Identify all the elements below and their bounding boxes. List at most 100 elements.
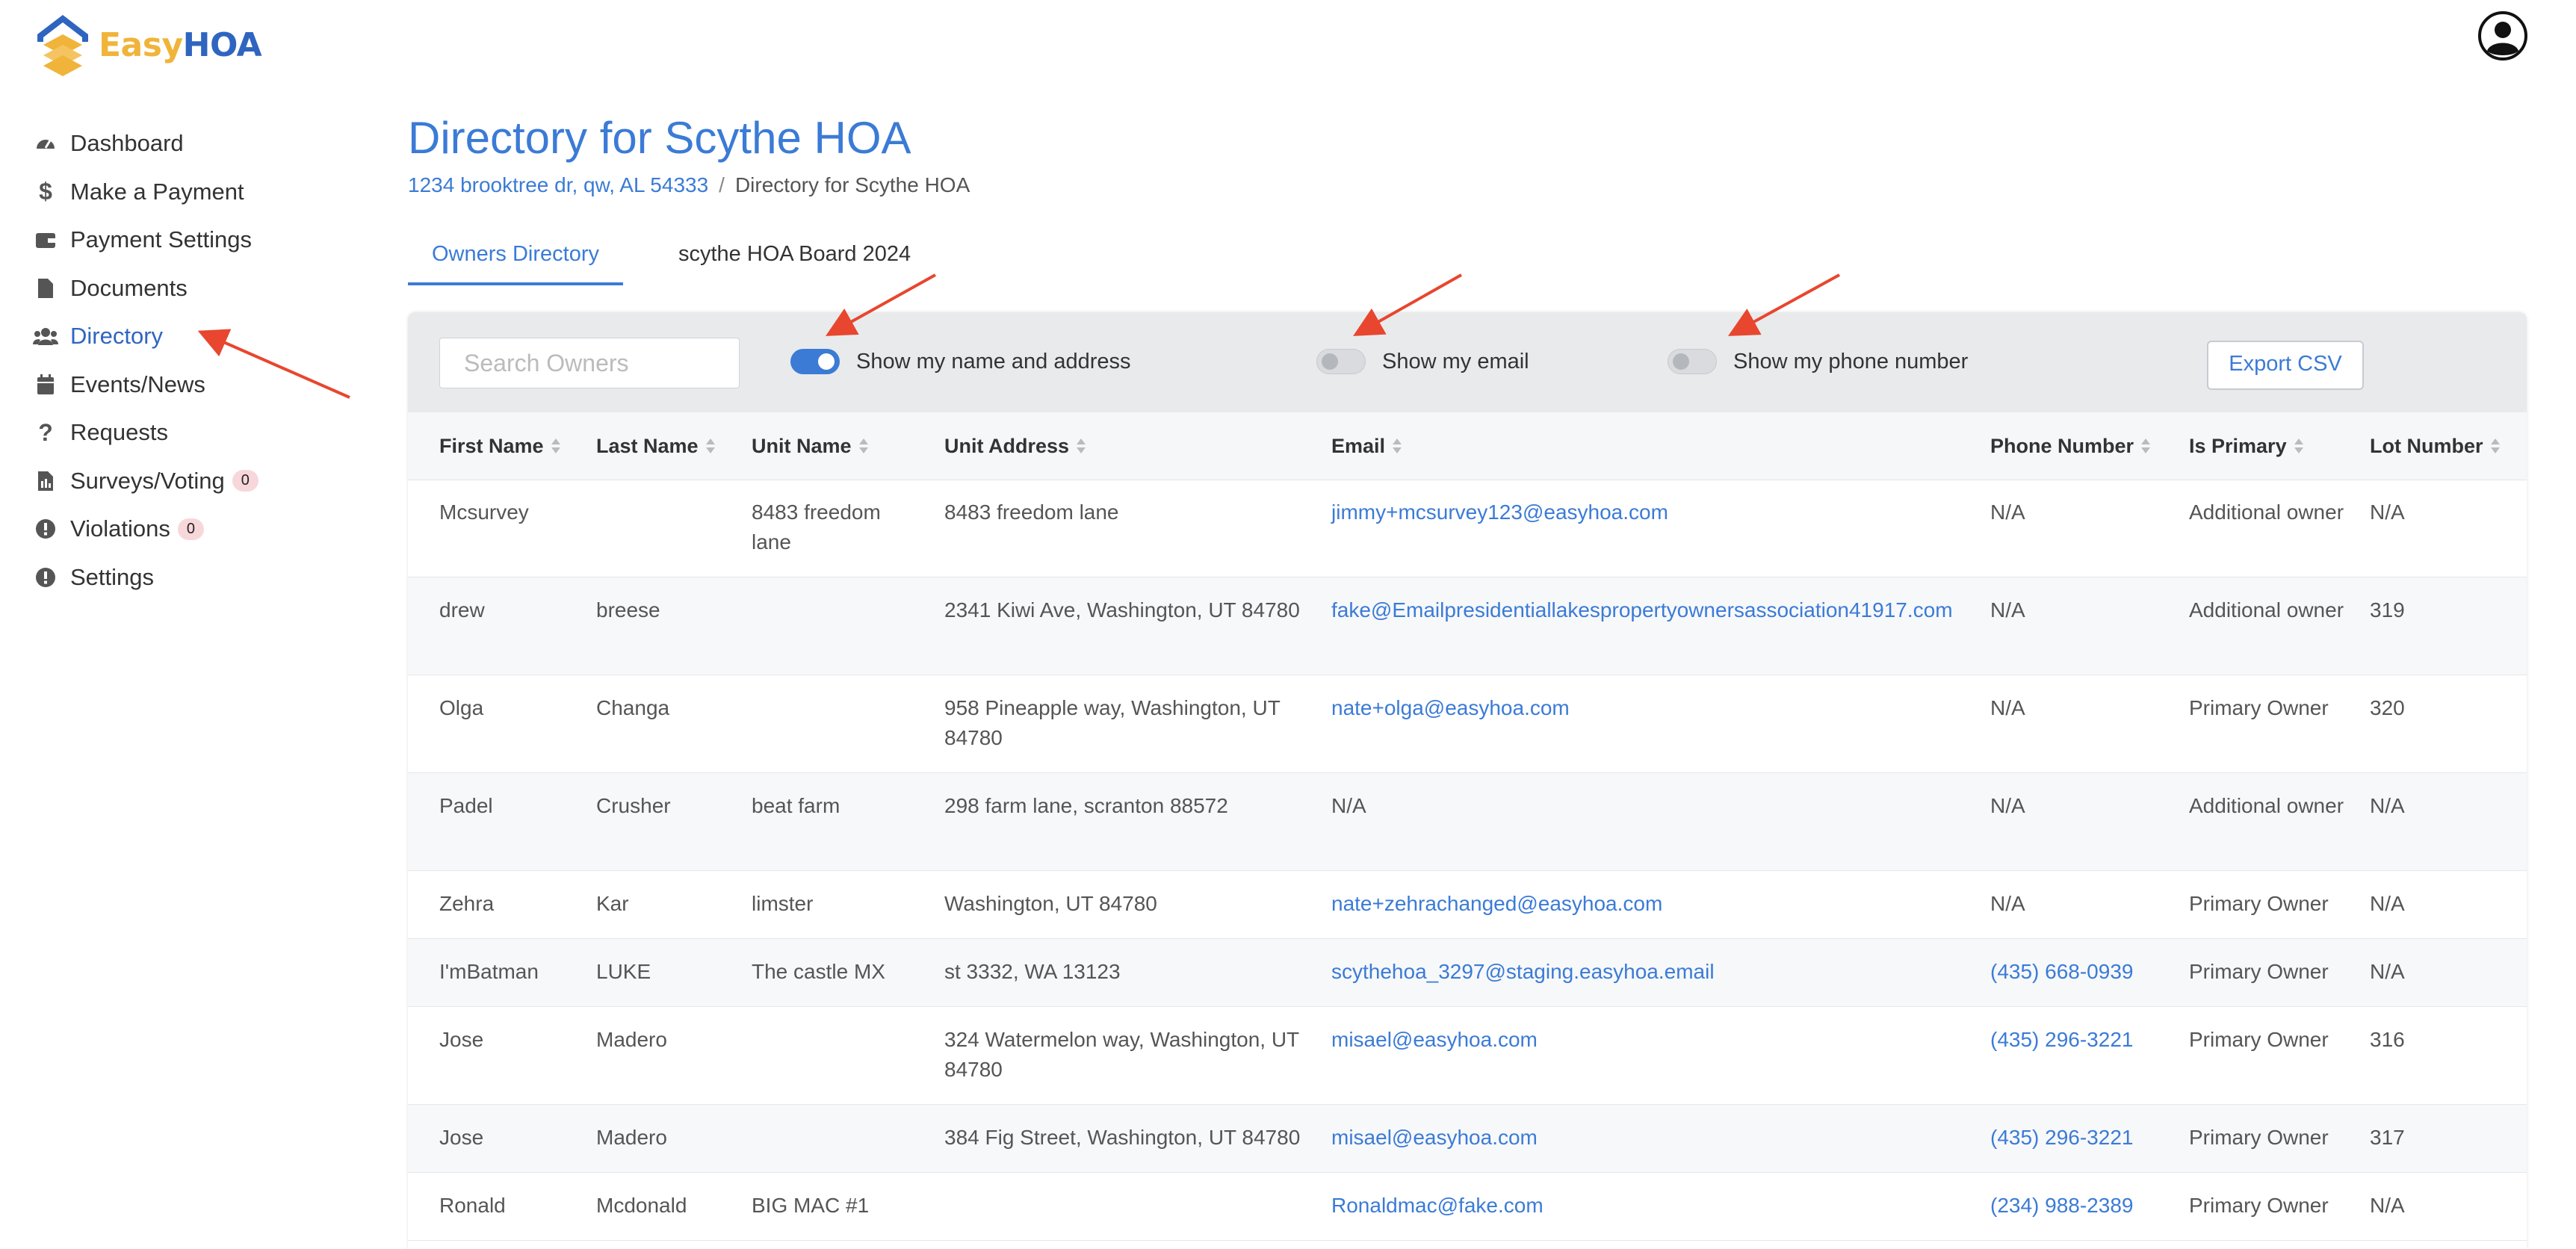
toggle-show-phone[interactable]: Show my phone number [1668, 348, 1968, 375]
column-header-email[interactable]: Email [1331, 412, 1402, 480]
cell-lot: N/A [2370, 500, 2405, 524]
easyhoa-logo[interactable]: EasyHOA [33, 12, 262, 78]
cell-lot: N/A [2370, 892, 2405, 915]
cell-first: Jose [439, 1126, 484, 1149]
sidebar-item-label: Documents [70, 274, 188, 301]
cell-email[interactable]: nate+zehrachanged@easyhoa.com [1331, 889, 1981, 919]
toggle-switch-off[interactable] [1316, 349, 1366, 374]
toggle-label: Show my name and address [856, 349, 1131, 374]
table-row: Jose Madero 384 Fig Street, Washington, UT… [408, 1105, 2527, 1173]
sidebar-item-make-a-payment[interactable]: $ Make a Payment [33, 168, 332, 217]
sidebar-item-surveys-voting[interactable]: Surveys/Voting 0 [33, 457, 332, 506]
wallet-icon [33, 227, 58, 252]
calendar-icon [33, 372, 58, 397]
column-header-first-name[interactable]: First Name [439, 412, 560, 480]
page-title: Directory for Scythe HOA [408, 113, 911, 163]
info-icon [33, 565, 58, 590]
sidebar-item-documents[interactable]: Documents [33, 264, 332, 313]
sort-icon [1393, 436, 1402, 456]
cell-email: N/A [1331, 794, 1366, 817]
breadcrumb-address-link[interactable]: 1234 brooktree dr, qw, AL 54333 [408, 173, 708, 196]
breadcrumb: 1234 brooktree dr, qw, AL 54333 / Director… [408, 173, 970, 197]
cell-address: st 3332, WA 13123 [944, 960, 1121, 983]
toggle-switch-off[interactable] [1668, 349, 1717, 374]
column-header-unit-address[interactable]: Unit Address [944, 412, 1086, 480]
search-owners-input[interactable] [439, 338, 740, 388]
cell-address: Washington, UT 84780 [944, 892, 1157, 915]
sidebar-item-settings[interactable]: Settings [33, 554, 332, 602]
sort-icon [1077, 436, 1086, 456]
cell-email[interactable]: jimmy+mcsurvey123@easyhoa.com [1331, 498, 1981, 527]
toggle-show-email[interactable]: Show my email [1316, 348, 1529, 375]
cell-phone[interactable]: (234) 988-2389 [1990, 1191, 2177, 1221]
question-icon: ? [38, 418, 53, 446]
cell-last: Crusher [596, 794, 671, 817]
dollar-icon: $ [39, 178, 52, 205]
directory-card: Show my name and address Show my email S… [408, 312, 2527, 1249]
cell-unit-name: limster [752, 892, 814, 915]
column-header-is-primary[interactable]: Is Primary [2189, 412, 2303, 480]
cell-last: Kar [596, 892, 629, 915]
cell-phone[interactable]: (435) 296-3221 [1990, 1025, 2177, 1055]
house-logo-icon [37, 15, 88, 76]
cell-primary: Primary Owner [2189, 1194, 2329, 1217]
cell-lot: 317 [2370, 1126, 2405, 1149]
cell-last: LUKE [596, 960, 651, 983]
document-icon [33, 276, 58, 301]
cell-phone[interactable]: (435) 296-3221 [1990, 1123, 2177, 1153]
column-header-last-name[interactable]: Last Name [596, 412, 715, 480]
column-header-phone-number[interactable]: Phone Number [1990, 412, 2151, 480]
sort-icon [2490, 436, 2500, 456]
cell-email[interactable]: scythehoa_3297@staging.easyhoa.email [1331, 957, 1981, 987]
directory-tabs: Owners Directory scythe HOA Board 2024 [408, 232, 2527, 285]
account-avatar-icon[interactable] [2477, 10, 2528, 61]
cell-first: Olga [439, 696, 484, 719]
cell-phone: N/A [1990, 892, 2025, 915]
surveys-count-badge: 0 [232, 470, 258, 492]
table-row: Padel Crusher beat farm 298 farm lane, scra… [408, 773, 2527, 871]
sidebar-item-requests[interactable]: ? Requests [33, 409, 332, 457]
cell-phone[interactable]: (435) 668-0939 [1990, 957, 2177, 987]
toggle-label: Show my email [1382, 349, 1529, 374]
sidebar-item-label: Dashboard [70, 130, 184, 157]
cell-email[interactable]: misael@easyhoa.com [1331, 1025, 1981, 1055]
cell-unit-name: beat farm [752, 794, 840, 817]
cell-primary: Additional owner [2189, 500, 2344, 524]
cell-email[interactable]: Ronaldmac@fake.com [1331, 1191, 1981, 1221]
cell-primary: Additional owner [2189, 598, 2344, 622]
sidebar-item-violations[interactable]: Violations 0 [33, 505, 332, 554]
column-header-lot-number[interactable]: Lot Number [2370, 412, 2500, 480]
sidebar-item-label: Violations [70, 515, 170, 542]
cell-address: 384 Fig Street, Washington, UT 84780 [944, 1126, 1301, 1149]
tab-owners-directory[interactable]: Owners Directory [408, 232, 623, 285]
cell-last: Madero [596, 1028, 667, 1051]
column-header-unit-name[interactable]: Unit Name [752, 412, 868, 480]
cell-first: Jose [439, 1028, 484, 1051]
cell-last: Changa [596, 696, 670, 719]
sidebar-item-payment-settings[interactable]: Payment Settings [33, 216, 332, 264]
table-row: Zehra Kar limster Washington, UT 84780 nate+… [408, 871, 2527, 939]
sidebar-item-directory[interactable]: Directory [33, 312, 332, 361]
sort-icon [858, 436, 868, 456]
sidebar-item-events-news[interactable]: Events/News [33, 361, 332, 409]
cell-primary: Primary Owner [2189, 1126, 2329, 1149]
cell-email[interactable]: misael@easyhoa.com [1331, 1123, 1981, 1153]
sidebar-item-dashboard[interactable]: Dashboard [33, 120, 332, 168]
tab-board-2024[interactable]: scythe HOA Board 2024 [654, 232, 935, 282]
violations-count-badge: 0 [177, 518, 204, 540]
toggle-switch-on[interactable] [790, 349, 840, 374]
cell-email[interactable]: fake@Emailpresidentiallakespropertyowner… [1331, 595, 1981, 625]
alert-icon [33, 516, 58, 542]
export-csv-button[interactable]: Export CSV [2207, 341, 2364, 390]
sidebar-item-label: Make a Payment [70, 178, 244, 205]
cell-phone: N/A [1990, 598, 2025, 622]
cell-lot: 320 [2370, 696, 2405, 719]
cell-email[interactable]: nate+olga@easyhoa.com [1331, 693, 1981, 723]
sidebar-item-label: Settings [70, 563, 155, 590]
cell-primary: Primary Owner [2189, 1028, 2329, 1051]
toggle-show-name-address[interactable]: Show my name and address [790, 348, 1131, 375]
cell-primary: Primary Owner [2189, 696, 2329, 719]
table-body: Mcsurvey 8483 freedom lane 8483 freedom la… [408, 480, 2527, 1241]
cell-lot: N/A [2370, 794, 2405, 817]
cell-primary: Primary Owner [2189, 960, 2329, 983]
